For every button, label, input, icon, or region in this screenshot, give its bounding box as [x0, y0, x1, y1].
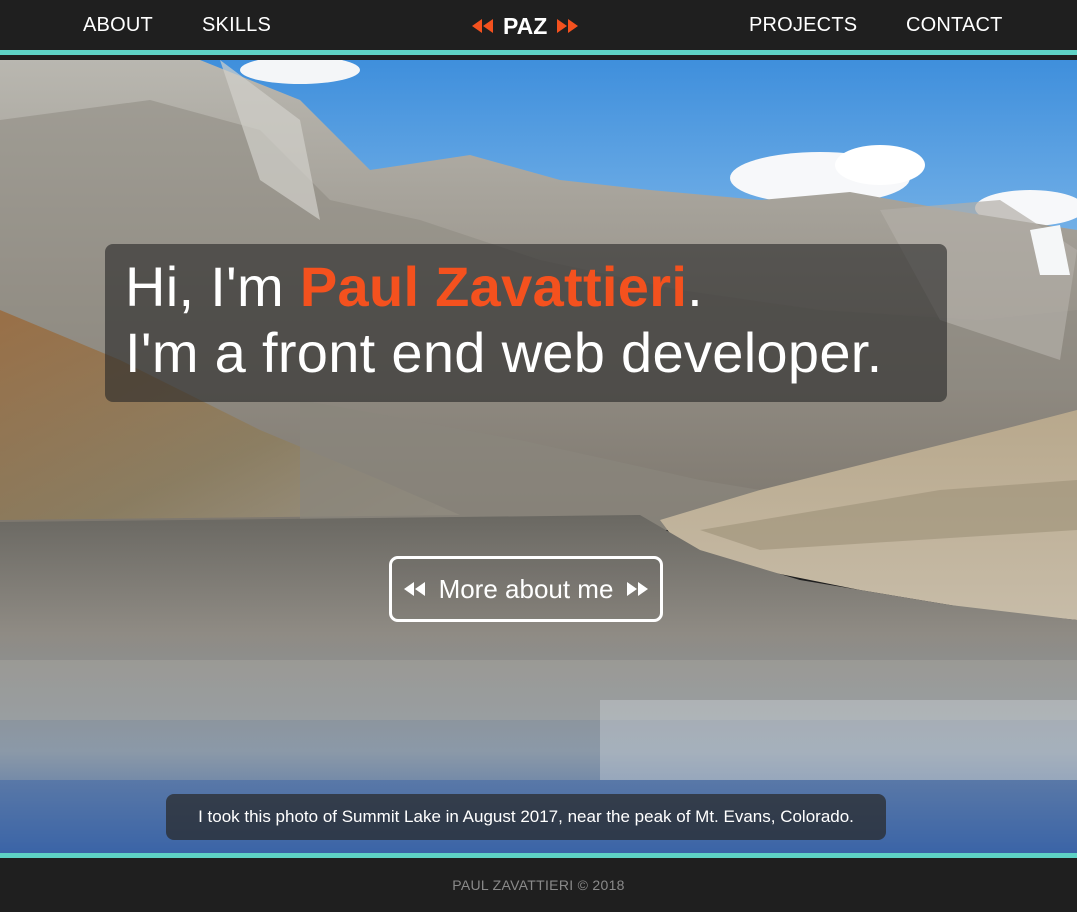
nav-link-skills[interactable]: SKILLS: [202, 12, 271, 38]
photo-caption-text: I took this photo of Summit Lake in Augu…: [198, 807, 854, 826]
hero-section: Hi, I'm Paul Zavattieri. I'm a front end…: [0, 60, 1077, 853]
hero-greeting: Hi, I'm Paul Zavattieri.: [125, 254, 947, 320]
photo-caption: I took this photo of Summit Lake in Augu…: [166, 794, 886, 840]
hero-name: Paul Zavattieri: [299, 255, 688, 318]
footer: PAUL ZAVATTIERI © 2018: [0, 853, 1077, 912]
rewind-icon: [472, 19, 493, 33]
nav-link-about[interactable]: ABOUT: [83, 12, 153, 38]
hero-headline-box: Hi, I'm Paul Zavattieri. I'm a front end…: [105, 244, 947, 402]
top-navigation: ABOUT SKILLS PAZ PROJECTS CONTACT: [0, 0, 1077, 55]
rewind-icon: [403, 582, 425, 596]
brand-text: PAZ: [503, 13, 548, 39]
greeting-suffix: .: [687, 255, 704, 318]
nav-link-contact[interactable]: CONTACT: [906, 12, 1003, 38]
more-about-me-label: More about me: [438, 574, 614, 604]
hero-tagline: I'm a front end web developer.: [125, 321, 883, 384]
greeting-prefix: Hi, I'm: [125, 255, 300, 318]
more-about-me-button[interactable]: More about me: [389, 556, 663, 622]
hero-background-photo: [0, 60, 1077, 853]
brand-logo[interactable]: PAZ: [471, 12, 579, 40]
fast-forward-icon: [627, 582, 649, 596]
fast-forward-icon: [557, 19, 579, 33]
nav-link-projects[interactable]: PROJECTS: [749, 12, 857, 38]
page: ABOUT SKILLS PAZ PROJECTS CONTACT Hi, I'…: [0, 0, 1077, 912]
footer-copyright: PAUL ZAVATTIERI © 2018: [452, 877, 625, 893]
